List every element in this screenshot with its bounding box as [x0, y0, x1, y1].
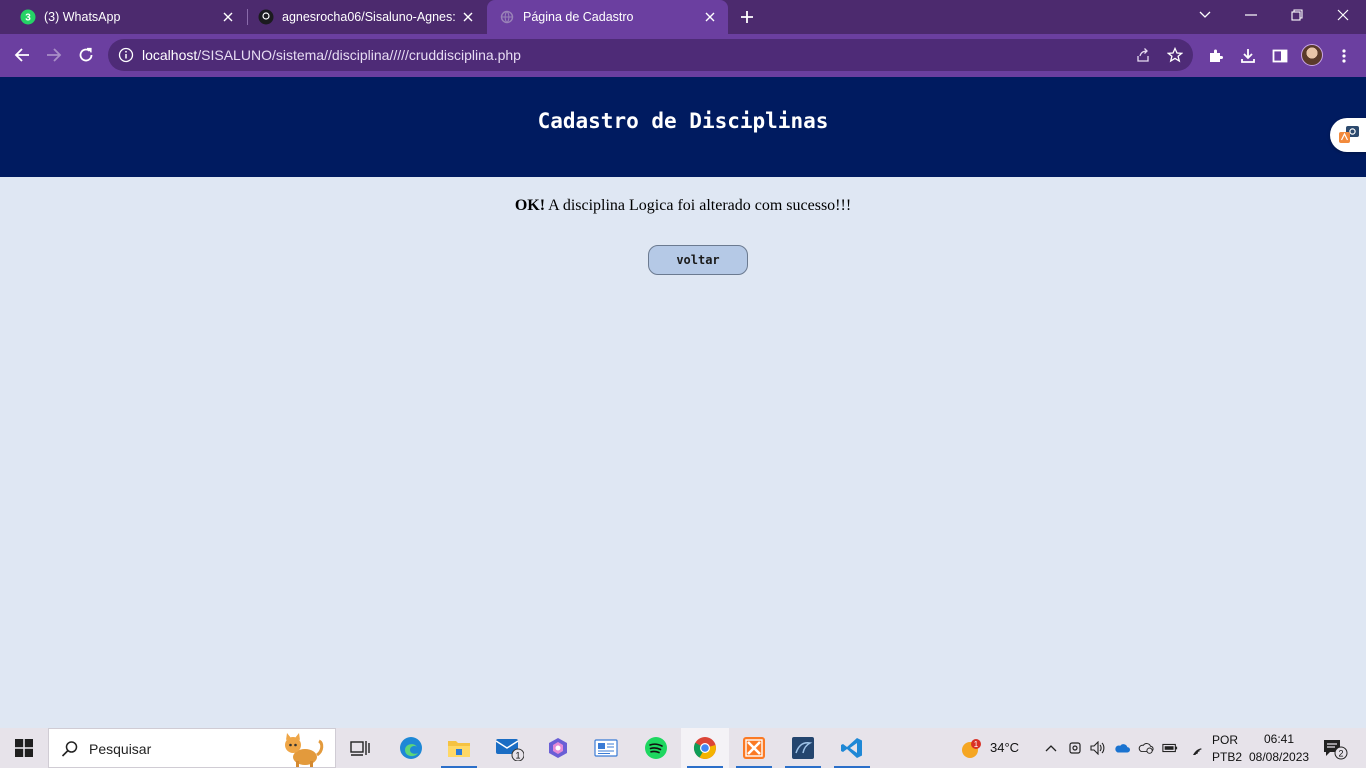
minimize-button[interactable] [1228, 0, 1274, 30]
onedrive-icon[interactable] [1114, 740, 1130, 756]
translate-icon [1339, 126, 1359, 143]
close-icon [1337, 9, 1349, 21]
tab-pagina-de-cadastro[interactable]: Página de Cadastro [487, 0, 728, 34]
news-taskbar-icon[interactable] [582, 728, 630, 768]
task-view-icon [350, 741, 370, 756]
info-icon[interactable] [118, 47, 134, 63]
reload-button[interactable] [72, 41, 100, 69]
github-icon [258, 9, 274, 25]
mysql-workbench-taskbar-icon[interactable] [779, 728, 827, 768]
success-message-text: A disciplina Logica foi alterado com suc… [545, 197, 852, 214]
tab-strip: 3 (3) WhatsApp agnesrocha06/Sisaluno-Agn… [0, 0, 1366, 34]
tab-whatsapp[interactable]: 3 (3) WhatsApp [0, 0, 246, 34]
clock-time[interactable]: 06:41 [1264, 732, 1294, 746]
success-message: OK! A disciplina Logica foi alterado com… [0, 197, 1366, 215]
back-button[interactable] [8, 41, 36, 69]
mail-taskbar-icon[interactable]: 1 [485, 728, 533, 768]
file-explorer-taskbar-icon[interactable] [435, 728, 483, 768]
mail-badge: 1 [515, 751, 520, 761]
minimize-icon [1245, 14, 1257, 16]
tab-title: Página de Cadastro [523, 10, 634, 24]
xampp-taskbar-icon[interactable] [730, 728, 778, 768]
taskbar-search[interactable]: Pesquisar [48, 728, 336, 768]
notifications-badge: 2 [1338, 749, 1343, 759]
chevron-down-icon [1199, 11, 1211, 18]
download-icon[interactable] [1238, 46, 1258, 66]
plus-icon [741, 11, 753, 23]
translate-extension-bubble[interactable] [1330, 118, 1366, 152]
search-icon [61, 741, 78, 757]
url-host: localhost [142, 47, 198, 63]
wifi-icon[interactable] [1187, 740, 1203, 756]
volume-icon[interactable] [1090, 740, 1106, 756]
vscode-taskbar-icon[interactable] [828, 728, 876, 768]
address-bar[interactable]: localhost/SISALUNO/sistema//disciplina//… [108, 39, 1193, 71]
notifications-icon[interactable]: 2 [1322, 738, 1348, 760]
extensions-icon[interactable] [1206, 46, 1226, 66]
weather-icon[interactable]: 1 [960, 738, 982, 760]
chrome-taskbar-icon[interactable] [681, 728, 729, 768]
browser-toolbar: localhost/SISALUNO/sistema//disciplina//… [0, 34, 1366, 77]
temperature[interactable]: 34°C [990, 740, 1019, 755]
whatsapp-icon: 3 [20, 9, 36, 25]
voltar-button[interactable]: voltar [648, 245, 748, 275]
search-placeholder: Pesquisar [89, 741, 152, 757]
new-tab-button[interactable] [737, 7, 757, 27]
restore-icon [1291, 9, 1303, 21]
close-icon[interactable] [702, 9, 718, 25]
arrow-right-icon [47, 48, 62, 62]
tab-title: agnesrocha06/Sisaluno-Agnes: R [282, 10, 460, 24]
weather-badge: 1 [974, 740, 979, 749]
tab-title: (3) WhatsApp [44, 10, 121, 24]
task-view-button[interactable] [336, 728, 384, 768]
star-icon[interactable] [1166, 46, 1184, 64]
tab-github[interactable]: agnesrocha06/Sisaluno-Agnes: R [248, 0, 486, 34]
copilot-taskbar-icon[interactable] [534, 728, 582, 768]
restore-button[interactable] [1274, 0, 1320, 30]
profile-avatar[interactable] [1301, 44, 1323, 66]
cat-illustration-icon [285, 733, 324, 767]
page-header: Cadastro de Disciplinas [0, 77, 1366, 177]
start-button[interactable] [0, 728, 48, 768]
tab-search-button[interactable] [1182, 0, 1228, 30]
spotify-taskbar-icon[interactable] [632, 728, 680, 768]
side-panel-icon[interactable] [1270, 46, 1290, 66]
share-icon[interactable] [1134, 46, 1152, 64]
chevron-up-icon[interactable] [1043, 740, 1059, 756]
battery-icon[interactable] [1162, 740, 1178, 756]
success-message-strong: OK! [514, 197, 546, 214]
url-text: localhost/SISALUNO/sistema//disciplina//… [142, 47, 521, 63]
camera-icon[interactable] [1067, 740, 1083, 756]
reload-icon [79, 47, 93, 62]
arrow-left-icon [14, 48, 29, 62]
close-icon[interactable] [460, 9, 476, 25]
forward-button[interactable] [40, 41, 68, 69]
windows-icon [15, 739, 33, 757]
taskbar: Pesquisar 1 1 34°C POR PTB2 06:41 08/08/… [0, 728, 1366, 768]
edge-taskbar-icon[interactable] [387, 728, 435, 768]
close-icon[interactable] [220, 9, 236, 25]
clock-date[interactable]: 08/08/2023 [1249, 750, 1309, 764]
close-window-button[interactable] [1320, 0, 1366, 30]
url-path: /SISALUNO/sistema//disciplina/////cruddi… [197, 47, 521, 63]
page-title: Cadastro de Disciplinas [537, 109, 829, 133]
language-indicator[interactable]: POR [1212, 733, 1238, 747]
globe-icon [499, 9, 515, 25]
kebab-menu-icon[interactable] [1334, 46, 1354, 66]
sync-cloud-icon[interactable] [1138, 740, 1154, 756]
keyboard-indicator[interactable]: PTB2 [1212, 750, 1242, 764]
whatsapp-badge: 3 [25, 13, 31, 24]
